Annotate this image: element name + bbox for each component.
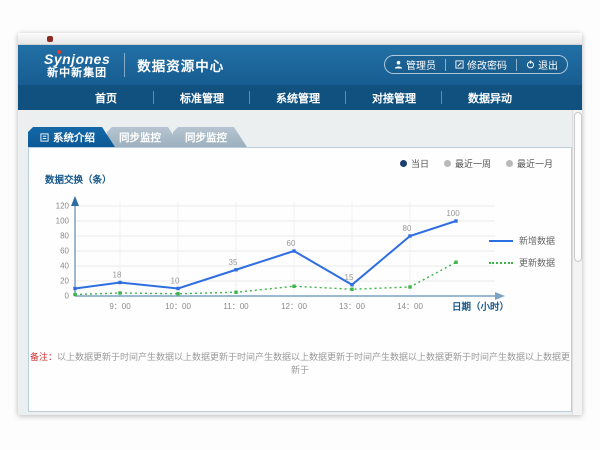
solid-line-swatch-icon	[489, 240, 513, 242]
nav-item-system-mgmt[interactable]: 系统管理	[250, 85, 346, 110]
page-background: Synjones 新中新集团 数据资源中心 管理员 修改密码	[0, 0, 600, 450]
legend-label: 更新数据	[519, 256, 555, 269]
svg-text:12：00: 12：00	[281, 302, 307, 311]
range-option-label: 当日	[411, 157, 429, 170]
current-user-button[interactable]: 管理员	[385, 56, 445, 73]
svg-text:60: 60	[60, 247, 69, 256]
svg-text:14：00: 14：00	[397, 302, 423, 311]
logout-label: 退出	[538, 57, 558, 72]
svg-text:15: 15	[345, 273, 354, 282]
svg-text:60: 60	[287, 239, 296, 248]
content-area: 系统介绍 同步监控 同步监控 当日 最近一周	[18, 110, 582, 415]
svg-text:100: 100	[56, 217, 70, 226]
time-range-selector: 当日 最近一周 最近一月	[400, 157, 553, 170]
range-option-last-month[interactable]: 最近一月	[506, 157, 553, 170]
range-option-label: 最近一月	[517, 157, 553, 170]
radio-dot-icon	[444, 160, 451, 167]
radio-dot-icon	[400, 160, 407, 167]
change-password-button[interactable]: 修改密码	[446, 56, 516, 73]
y-axis-title: 数据交换（条）	[45, 172, 571, 186]
line-chart: 0 20 40 60 80 100 120 9：00 10：00 11：00 12：00 13：00 1…	[43, 188, 513, 320]
tab-label: 同步监控	[119, 130, 161, 145]
legend-item-new-data[interactable]: 新增数据	[489, 234, 555, 247]
tab-sync-monitor-1[interactable]: 同步监控	[107, 127, 181, 147]
change-password-label: 修改密码	[467, 57, 507, 72]
legend-label: 新增数据	[519, 234, 555, 247]
document-icon	[40, 133, 49, 142]
svg-text:100: 100	[446, 209, 460, 218]
svg-text:80: 80	[60, 232, 69, 241]
power-icon	[526, 60, 535, 69]
svg-text:10: 10	[171, 277, 180, 286]
current-user-label: 管理员	[406, 57, 436, 72]
app-header: Synjones 新中新集团 数据资源中心 管理员 修改密码	[18, 45, 582, 85]
range-option-label: 最近一周	[455, 157, 491, 170]
svg-text:0: 0	[65, 292, 70, 301]
scrollbar-track[interactable]	[572, 110, 582, 415]
tab-sync-monitor-2[interactable]: 同步监控	[173, 127, 247, 147]
scrollbar-thumb[interactable]	[574, 112, 582, 262]
svg-text:35: 35	[229, 258, 238, 267]
nav-item-home[interactable]: 首页	[58, 85, 154, 110]
nav-item-interface-mgmt[interactable]: 对接管理	[346, 85, 442, 110]
dotted-line-swatch-icon	[489, 262, 513, 264]
app-window: Synjones 新中新集团 数据资源中心 管理员 修改密码	[18, 33, 582, 415]
tab-system-intro[interactable]: 系统介绍	[28, 127, 115, 147]
footer-note: 备注：以上数据更新于时间产生数据以上数据更新于时间产生数据以上数据更新于时间产生…	[29, 350, 571, 376]
logo-accent-dot	[57, 50, 61, 54]
edit-icon	[455, 60, 464, 69]
main-nav: 首页 标准管理 系统管理 对接管理 数据异动	[18, 85, 582, 110]
brand-logo-subtext: 新中新集团	[44, 68, 110, 79]
svg-text:18: 18	[113, 271, 122, 280]
legend-item-updated-data[interactable]: 更新数据	[489, 256, 555, 269]
svg-text:10：00: 10：00	[165, 302, 191, 311]
brand-logo: Synjones 新中新集团	[44, 52, 110, 79]
svg-text:40: 40	[60, 262, 69, 271]
svg-text:120: 120	[56, 202, 70, 211]
favicon-dot	[47, 36, 53, 42]
tab-label: 同步监控	[185, 130, 227, 145]
chart-legend: 新增数据 更新数据	[489, 234, 555, 269]
chart-panel: 当日 最近一周 最近一月 数据交换（条） 0 20 40 60 80 100 120 9：00…	[28, 147, 572, 412]
svg-text:9：00: 9：00	[109, 302, 131, 311]
header-divider	[124, 53, 125, 77]
svg-text:11：00: 11：00	[223, 302, 249, 311]
svg-text:80: 80	[403, 224, 412, 233]
brand-logo-text: Synjones	[44, 52, 110, 66]
svg-text:20: 20	[60, 277, 69, 286]
svg-text:日期（小时）: 日期（小时）	[452, 301, 509, 313]
tab-label: 系统介绍	[53, 130, 95, 145]
logout-button[interactable]: 退出	[517, 56, 567, 73]
nav-item-data-change[interactable]: 数据异动	[442, 85, 538, 110]
tab-bar: 系统介绍 同步监控 同步监控	[28, 127, 582, 147]
user-toolbar: 管理员 修改密码 退出	[384, 55, 568, 74]
note-text: 以上数据更新于时间产生数据以上数据更新于时间产生数据以上数据更新于时间产生数据以…	[57, 352, 570, 375]
range-option-today[interactable]: 当日	[400, 157, 429, 170]
range-option-last-week[interactable]: 最近一周	[444, 157, 491, 170]
user-icon	[394, 60, 403, 69]
radio-dot-icon	[506, 160, 513, 167]
note-label: 备注：	[30, 352, 57, 362]
window-top-strip	[18, 33, 582, 45]
svg-text:13：00: 13：00	[339, 302, 365, 311]
nav-item-standard-mgmt[interactable]: 标准管理	[154, 85, 250, 110]
page-title: 数据资源中心	[137, 55, 224, 75]
